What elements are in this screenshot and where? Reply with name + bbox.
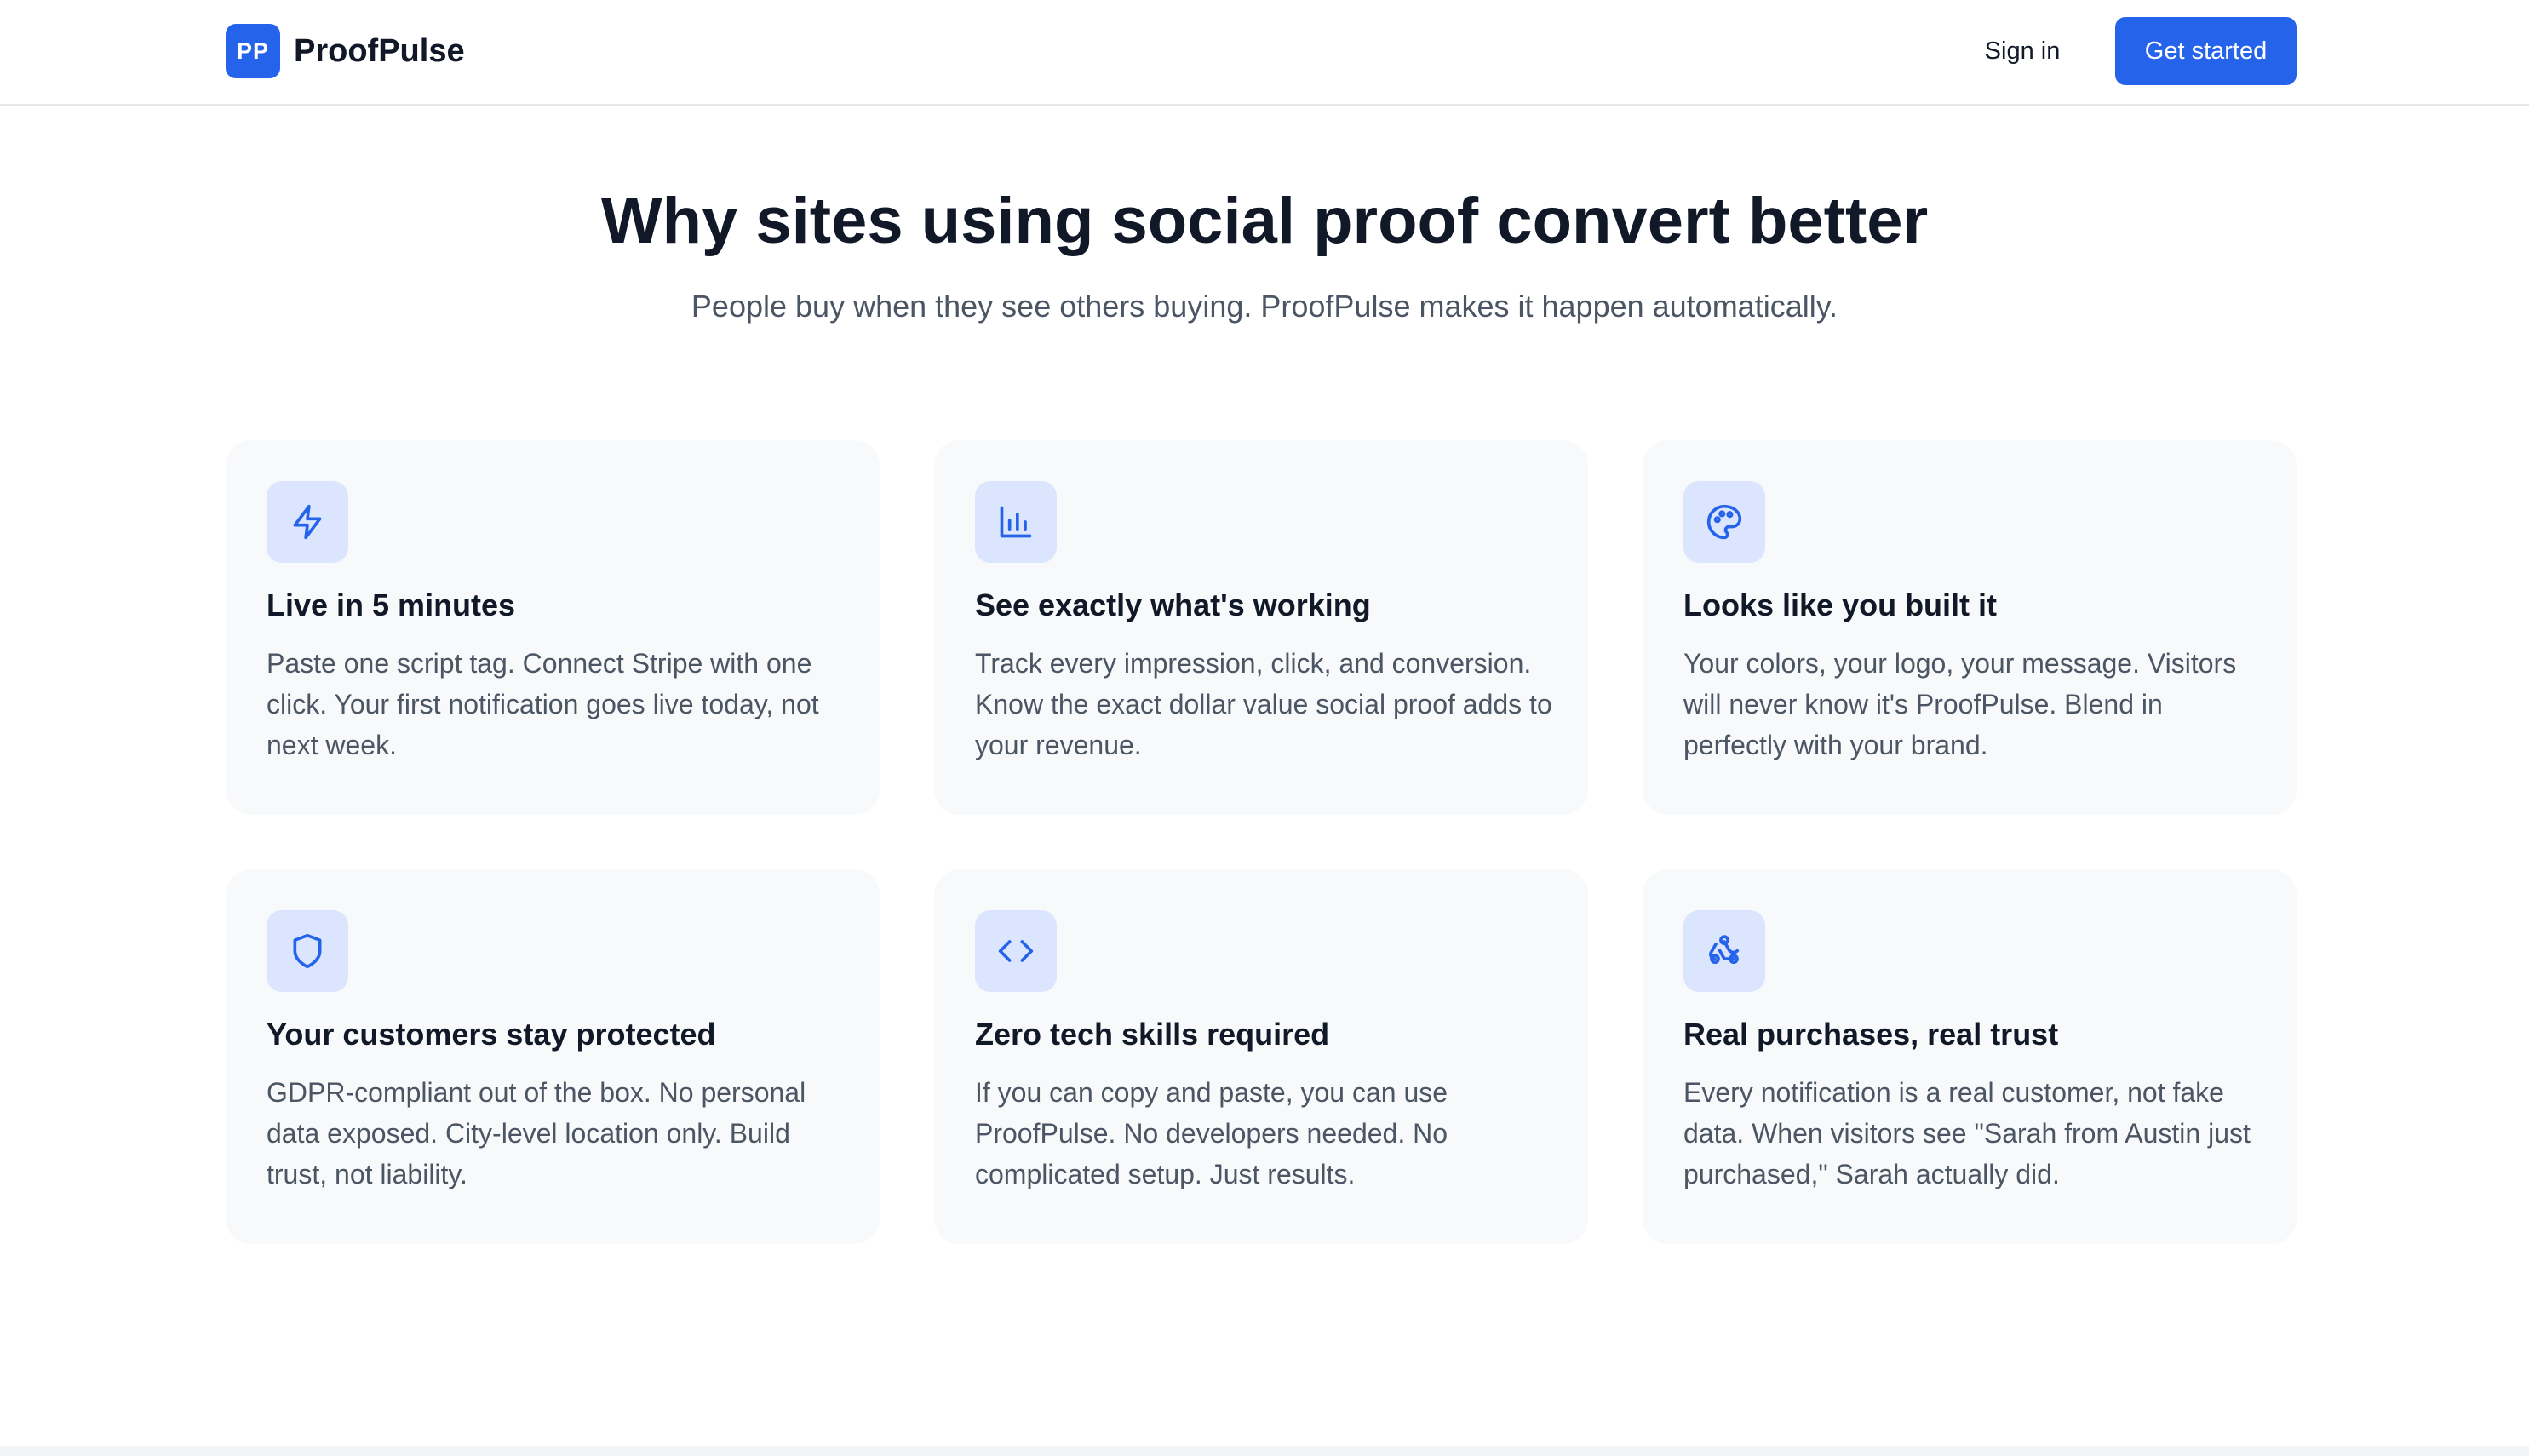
feature-title: Real purchases, real trust [1683,1017,2059,1052]
site-header: PP ProofPulse Sign in Get started [0,0,2529,106]
feature-title: Your customers stay protected [267,1017,716,1052]
feature-description: Paste one script tag. Connect Stripe wit… [267,648,819,760]
feature-title: Looks like you built it [1683,588,1998,622]
bar-chart-icon [975,481,1057,563]
lightning-icon [267,481,348,563]
feature-description: GDPR-compliant out of the box. No person… [267,1077,806,1189]
code-icon [975,910,1057,992]
feature-card-privacy: Your customers stay protected GDPR-compl… [226,869,880,1244]
sign-in-link[interactable]: Sign in [1958,17,2086,85]
hero-title: Why sites using social proof convert bet… [600,185,1929,257]
feature-card-no-code: Zero tech skills required If you can cop… [934,869,1588,1244]
brand-logo[interactable]: PP ProofPulse [226,24,465,78]
feature-card-analytics: See exactly what's working Track every i… [934,440,1588,815]
feature-title: See exactly what's working [975,588,1371,622]
feature-card-live-in-minutes: Live in 5 minutes Paste one script tag. … [226,440,880,815]
hero-subtitle: People buy when they see others buying. … [691,289,1838,324]
feature-description: Every notification is a real customer, n… [1683,1077,2251,1189]
webhook-icon [1683,910,1765,992]
feature-title: Live in 5 minutes [267,588,516,622]
feature-description: Your colors, your logo, your message. Vi… [1683,648,2237,760]
brand-name: ProofPulse [294,32,465,69]
feature-description: Track every impression, click, and conve… [975,648,1552,760]
footer-divider [0,1446,2529,1456]
shield-icon [267,910,348,992]
feature-card-branding: Looks like you built it Your colors, you… [1643,440,2297,815]
palette-icon [1683,481,1765,563]
logo-badge: PP [226,24,280,78]
feature-title: Zero tech skills required [975,1017,1330,1052]
feature-card-real-purchases: Real purchases, real trust Every notific… [1643,869,2297,1244]
get-started-button[interactable]: Get started [2115,17,2297,85]
feature-description: If you can copy and paste, you can use P… [975,1077,1448,1189]
